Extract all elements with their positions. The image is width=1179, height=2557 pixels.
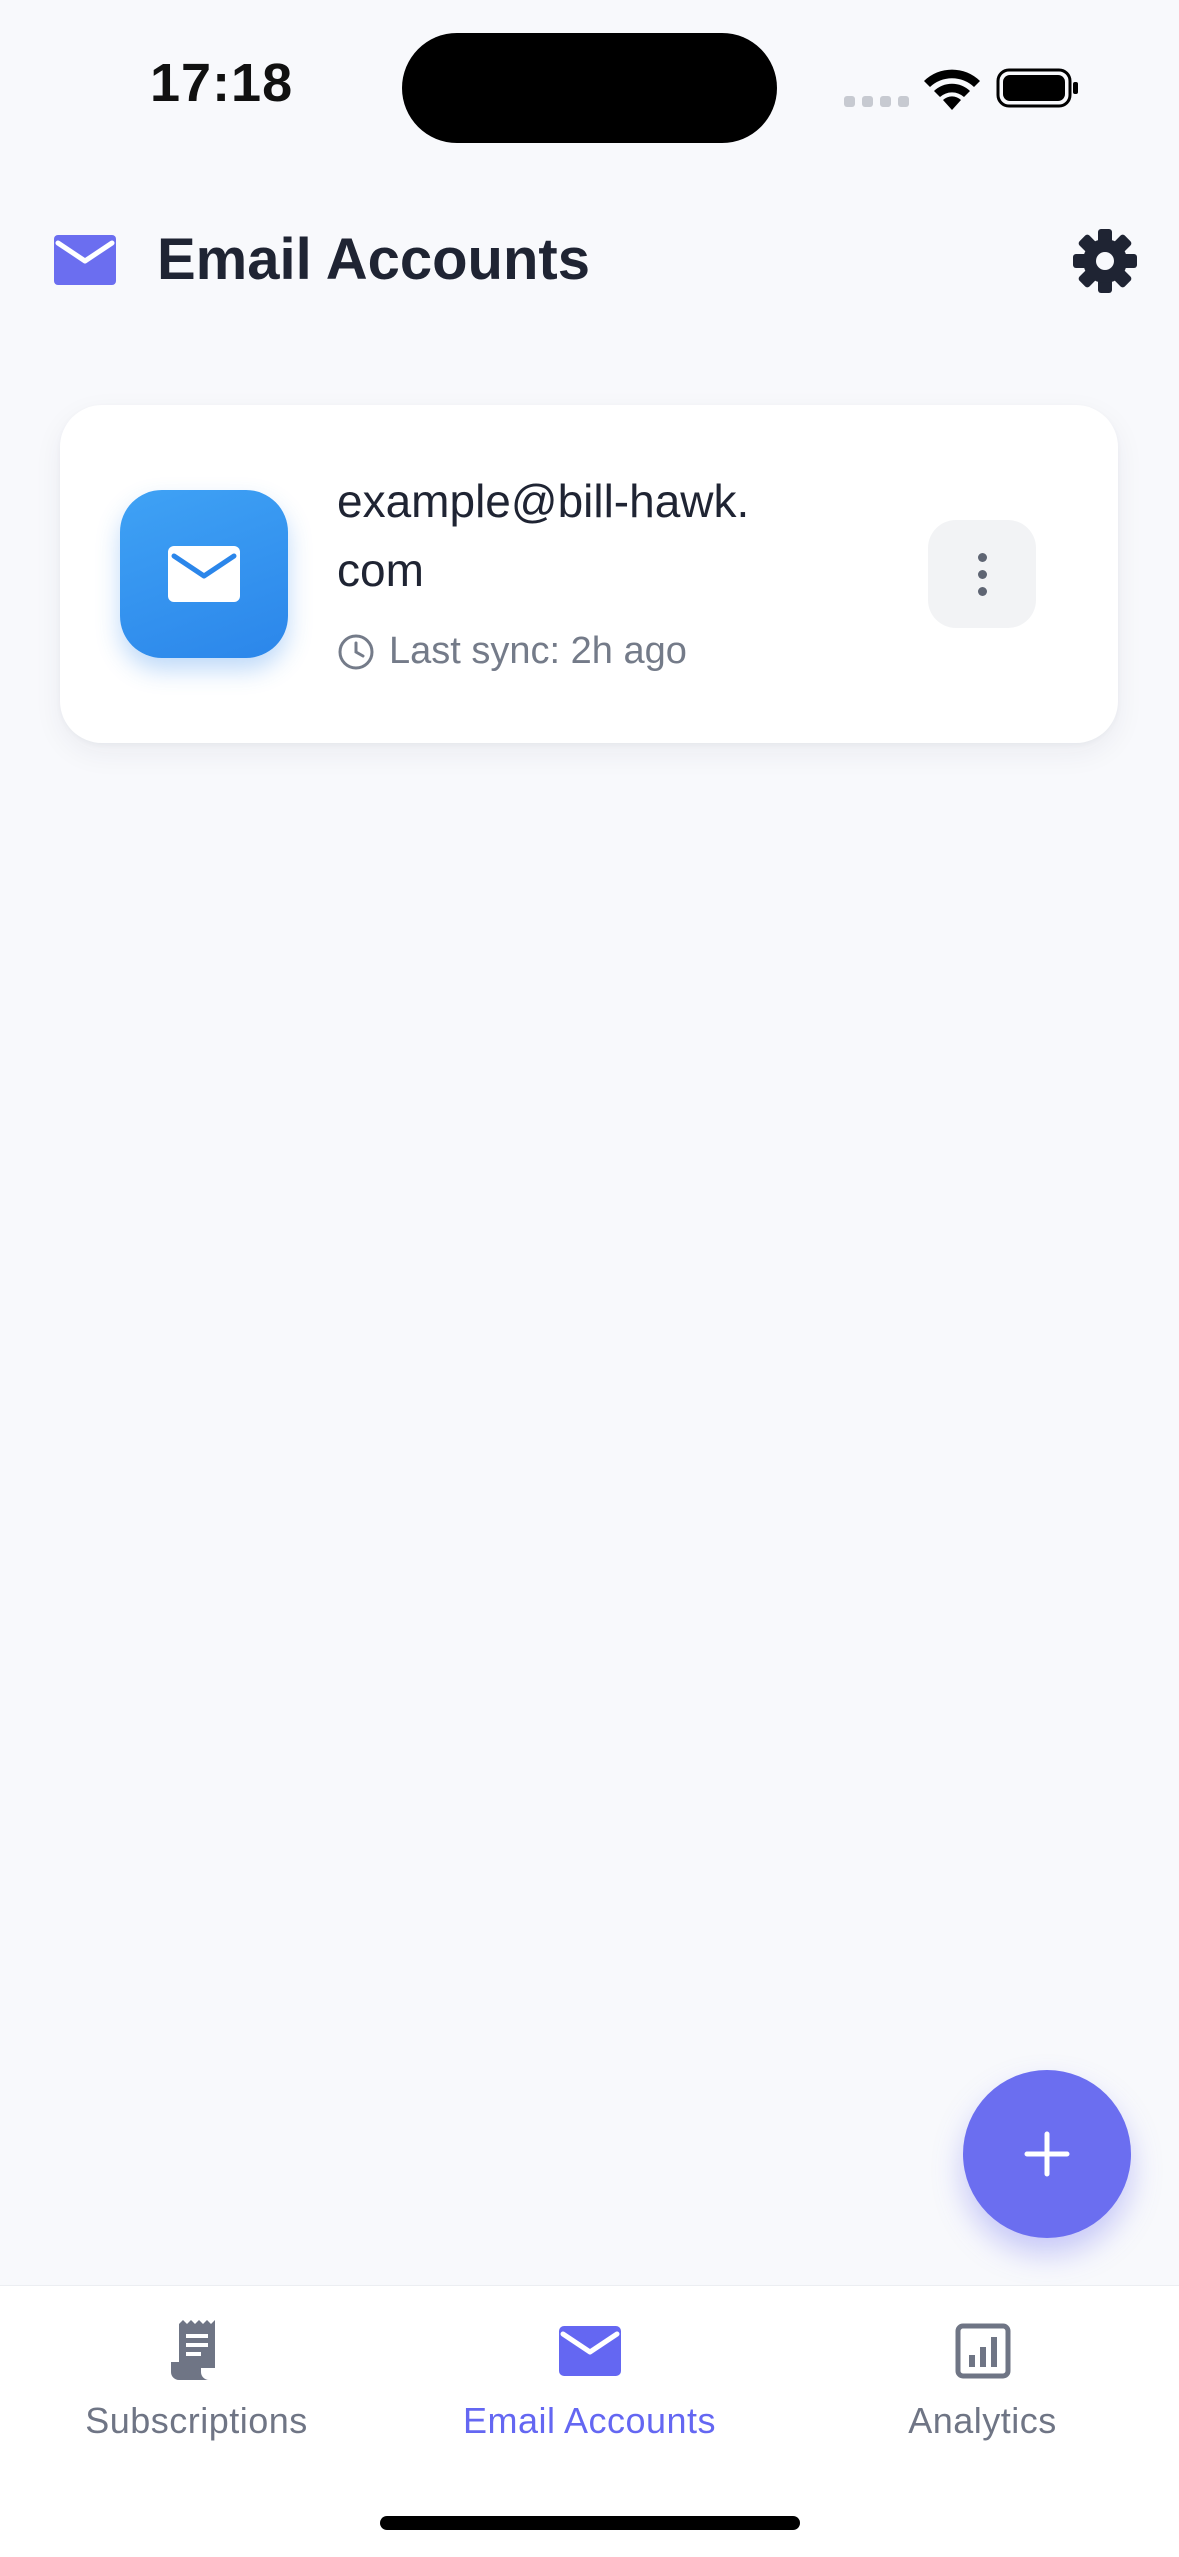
tab-label: Email Accounts xyxy=(462,2400,717,2441)
mail-icon xyxy=(168,546,240,602)
gear-icon[interactable] xyxy=(1072,228,1138,294)
tab-label: Analytics xyxy=(908,2400,1057,2441)
page-title: Email Accounts xyxy=(157,227,590,292)
plus-icon xyxy=(1024,2131,1070,2177)
more-vertical-icon[interactable] xyxy=(928,520,1036,628)
wifi-icon xyxy=(924,69,980,110)
chart-icon xyxy=(955,2323,1010,2379)
home-indicator xyxy=(380,2516,800,2530)
tab-subscriptions[interactable]: Subscriptions xyxy=(0,2286,393,2466)
tab-label: Subscriptions xyxy=(85,2400,308,2441)
sync-label: Last sync: 2h ago xyxy=(389,630,687,672)
battery-icon xyxy=(996,68,1078,108)
account-avatar xyxy=(120,490,288,658)
cellular-signal-icon xyxy=(844,96,909,107)
mail-icon xyxy=(558,2326,621,2376)
receipt-icon xyxy=(170,2320,215,2380)
tab-analytics[interactable]: Analytics xyxy=(786,2286,1179,2466)
tab-email-accounts[interactable]: Email Accounts xyxy=(393,2286,786,2466)
dynamic-island xyxy=(402,33,777,143)
mail-icon xyxy=(54,235,116,285)
status-time: 17:18 xyxy=(150,53,294,113)
sync-status: Last sync: 2h ago xyxy=(337,630,687,673)
add-account-button[interactable] xyxy=(963,2070,1131,2238)
account-card[interactable]: example@bill-hawk.com Last sync: 2h ago xyxy=(60,405,1118,743)
clock-icon xyxy=(338,634,374,669)
account-email: example@bill-hawk.com xyxy=(337,475,750,596)
